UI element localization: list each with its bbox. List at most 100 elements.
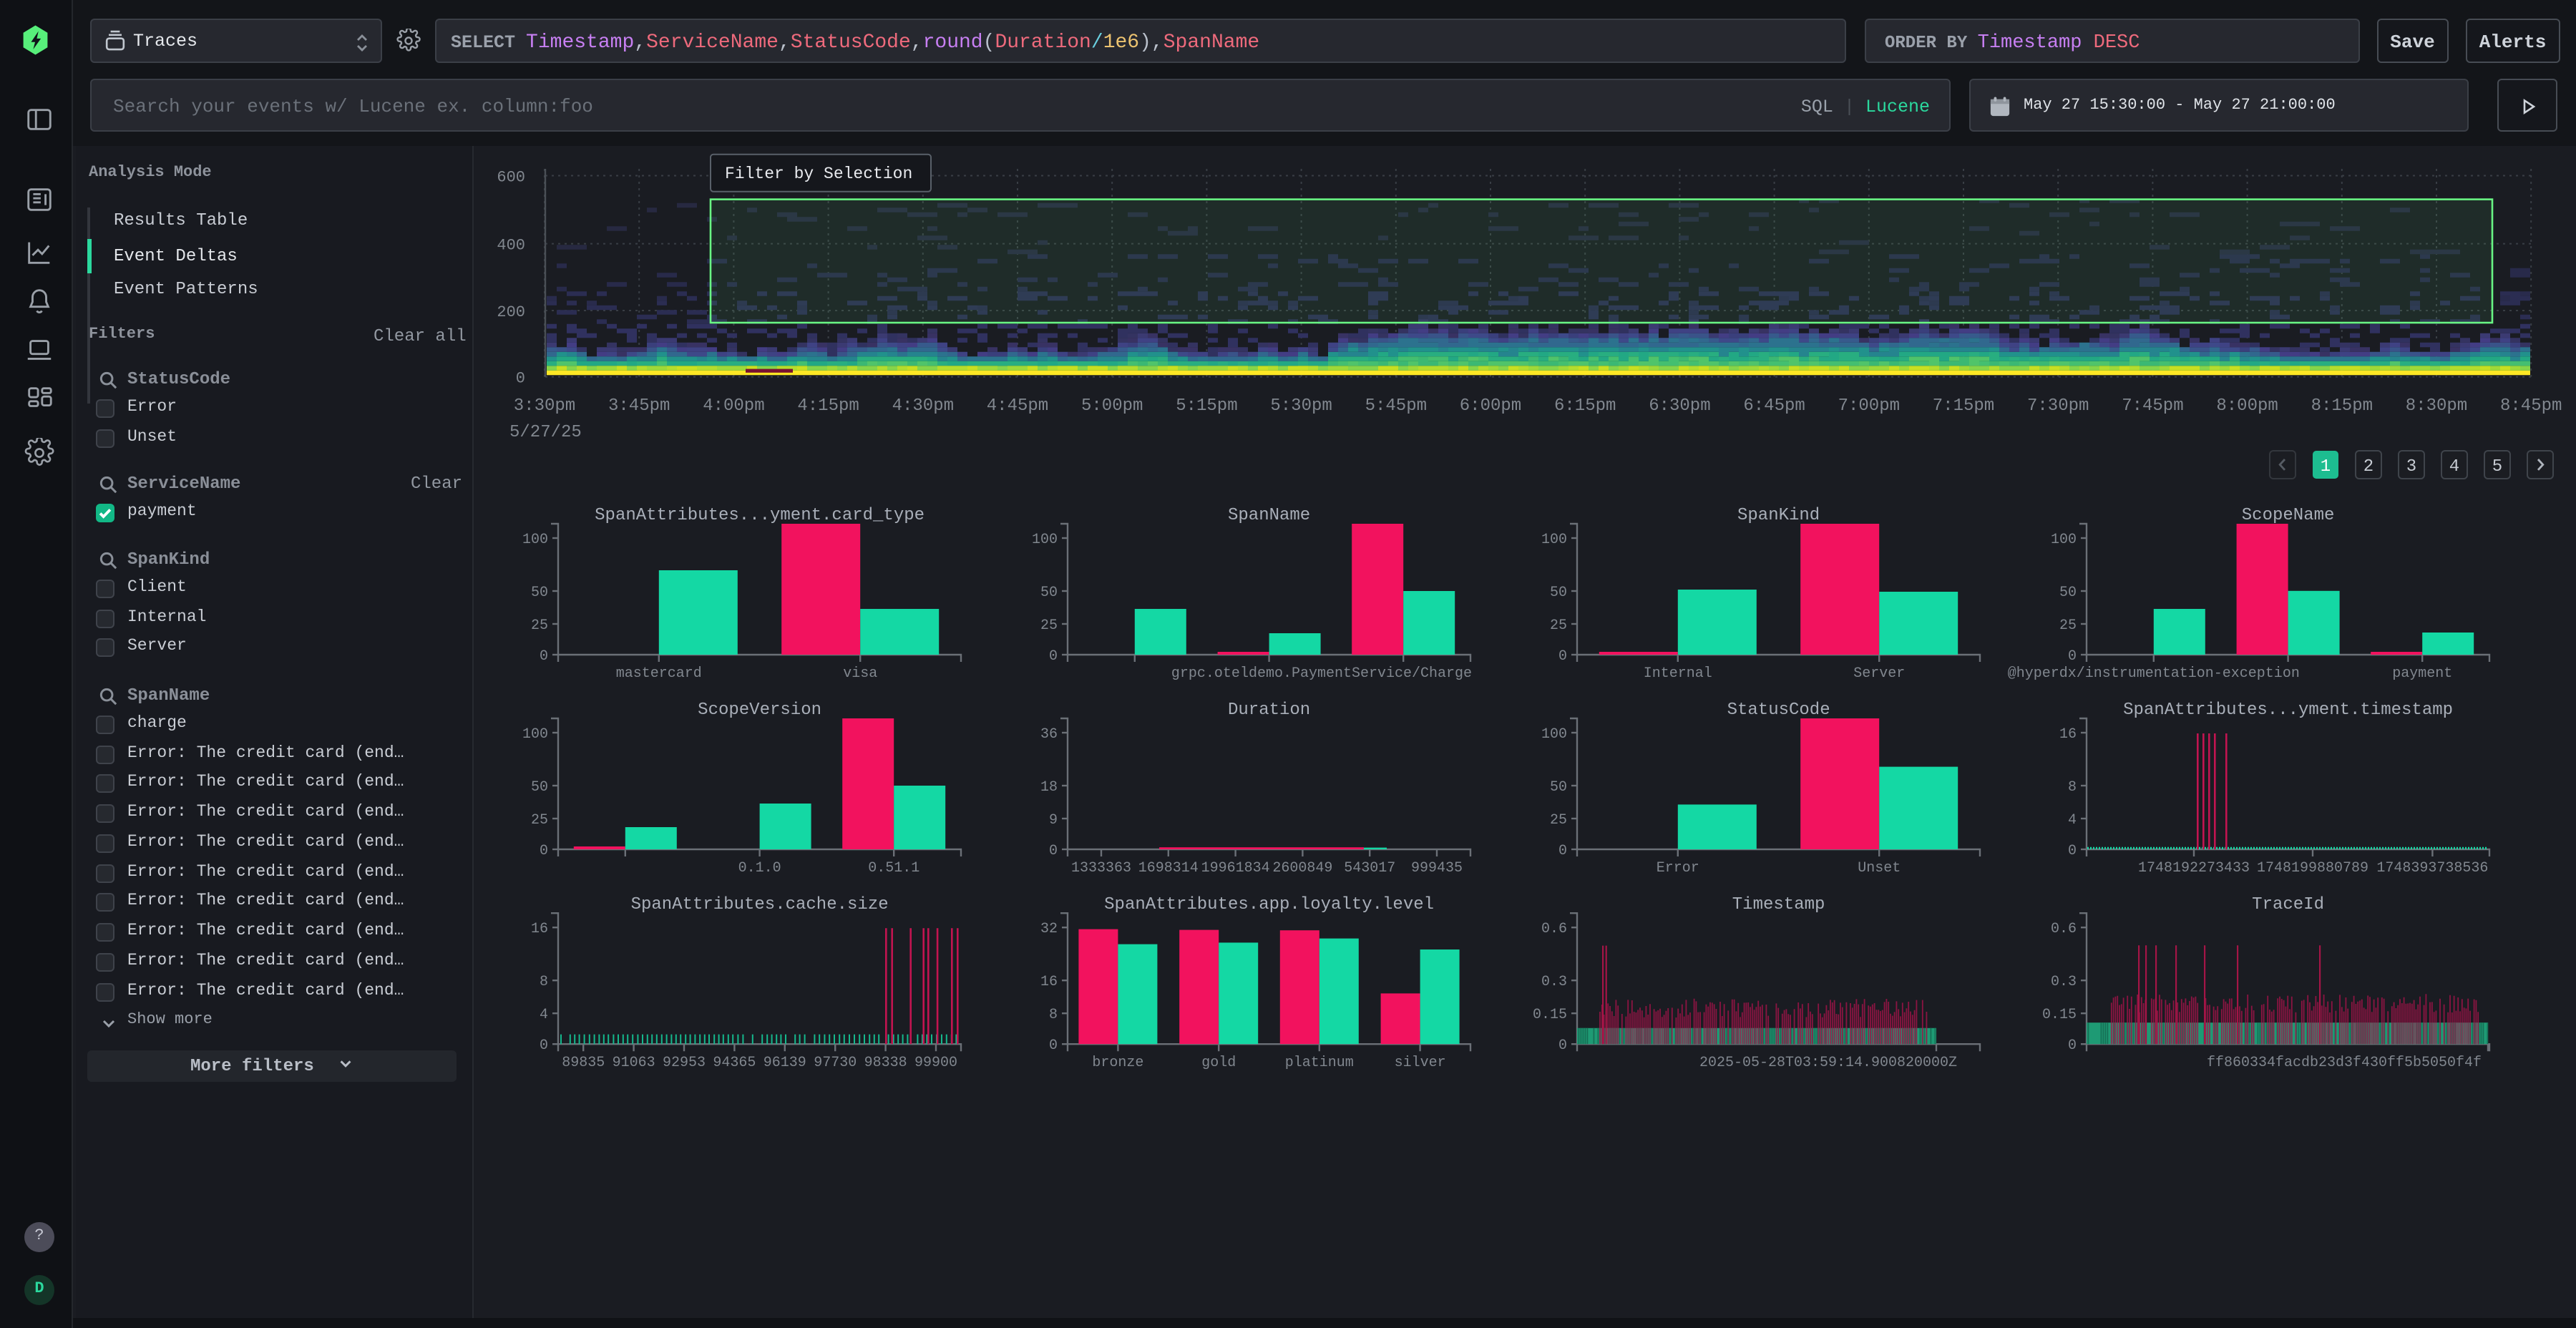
svg-text:4: 4 [540,1007,548,1023]
svg-text:1333363: 1333363 [1071,860,1131,877]
svg-text:visa: visa [843,665,877,682]
svg-text:Error: Error [1657,860,1699,877]
svg-text:1748192273433: 1748192273433 [2138,860,2250,877]
svg-text:platinum: platinum [1285,1055,1354,1071]
svg-text:5:15pm: 5:15pm [1176,396,1237,416]
svg-text:ff860334facdb23d3f430ff5b5050f: ff860334facdb23d3f430ff5b5050f4f [2207,1055,2482,1071]
svg-text:400: 400 [497,237,525,255]
svg-text:0.3: 0.3 [2051,974,2077,990]
svg-text:6:15pm: 6:15pm [1554,396,1616,416]
svg-text:543017: 543017 [1344,860,1395,877]
svg-text:0: 0 [540,1038,548,1054]
svg-text:mastercard: mastercard [616,665,702,682]
svg-text:0: 0 [1558,843,1567,859]
svg-text:0.1.0: 0.1.0 [738,860,781,877]
svg-text:0: 0 [1049,1038,1058,1054]
svg-text:7:45pm: 7:45pm [2122,396,2183,416]
svg-text:2: 2 [2363,457,2373,477]
svg-text:silver: silver [1395,1055,1446,1071]
svg-text:89835: 89835 [562,1055,605,1071]
svg-text:0.3: 0.3 [1541,974,1567,990]
svg-text:1748199880789: 1748199880789 [2257,860,2368,877]
svg-text:Server: Server [1853,665,1905,682]
svg-text:25: 25 [531,812,548,829]
svg-text:5: 5 [2492,457,2502,477]
svg-text:0: 0 [516,370,525,388]
svg-text:25: 25 [531,617,548,634]
svg-text:98338: 98338 [864,1055,907,1071]
svg-text:8:15pm: 8:15pm [2311,396,2373,416]
svg-text:5/27/25: 5/27/25 [509,423,582,442]
svg-text:92953: 92953 [663,1055,706,1071]
svg-text:6:30pm: 6:30pm [1649,396,1710,416]
svg-text:0: 0 [1049,843,1058,859]
svg-text:999435: 999435 [1411,860,1463,877]
svg-text:SpanAttributes...yment.timesta: SpanAttributes...yment.timestamp [2123,700,2453,720]
svg-text:600: 600 [497,169,525,187]
svg-text:2600849: 2600849 [1272,860,1332,877]
svg-text:0: 0 [2068,648,2077,665]
svg-text:8: 8 [1049,1007,1058,1023]
svg-text:96139: 96139 [763,1055,806,1071]
svg-text:ScopeVersion: ScopeVersion [698,700,821,720]
svg-text:0: 0 [1049,648,1058,665]
svg-text:97730: 97730 [814,1055,857,1071]
svg-text:16: 16 [2059,726,2077,743]
svg-text:50: 50 [2059,585,2077,601]
svg-text:0: 0 [1558,648,1567,665]
svg-text:4:45pm: 4:45pm [987,396,1048,416]
svg-text:TraceId: TraceId [2252,895,2324,914]
svg-text:SpanAttributes...yment.card_ty: SpanAttributes...yment.card_type [595,506,924,525]
svg-text:SpanName: SpanName [1228,506,1310,525]
svg-text:4:00pm: 4:00pm [703,396,764,416]
svg-text:3:45pm: 3:45pm [608,396,670,416]
svg-text:19961834: 19961834 [1201,860,1270,877]
svg-text:0.6: 0.6 [2051,921,2077,937]
svg-text:5:30pm: 5:30pm [1270,396,1332,416]
svg-text:100: 100 [522,726,548,743]
svg-text:payment: payment [2392,665,2452,682]
svg-text:94365: 94365 [713,1055,756,1071]
svg-text:1748393738536: 1748393738536 [2376,860,2488,877]
svg-text:0: 0 [2068,843,2077,859]
svg-text:0.6: 0.6 [1541,921,1567,937]
svg-text:7:30pm: 7:30pm [2027,396,2089,416]
svg-text:100: 100 [1032,532,1058,548]
svg-text:8:45pm: 8:45pm [2500,396,2562,416]
svg-text:100: 100 [2051,532,2077,548]
svg-text:8:00pm: 8:00pm [2216,396,2278,416]
svg-text:4: 4 [2068,812,2077,829]
svg-text:4: 4 [2449,457,2459,477]
svg-text:100: 100 [522,532,548,548]
svg-text:0: 0 [540,648,548,665]
svg-text:1: 1 [2321,457,2331,477]
svg-text:8: 8 [540,974,548,990]
svg-text:0: 0 [540,843,548,859]
svg-text:50: 50 [1040,585,1058,601]
svg-text:0.15: 0.15 [1533,1007,1567,1023]
svg-text:25: 25 [1550,812,1567,829]
svg-text:4:15pm: 4:15pm [797,396,859,416]
svg-text:grpc.oteldemo.PaymentService/C: grpc.oteldemo.PaymentService/Charge [1171,665,1472,682]
svg-text:3:30pm: 3:30pm [514,396,575,416]
svg-text:9: 9 [1049,812,1058,829]
svg-text:91063: 91063 [613,1055,655,1071]
svg-text:50: 50 [1550,585,1567,601]
svg-text:3: 3 [2406,457,2416,477]
svg-text:2025-05-28T03:59:14.900820000Z: 2025-05-28T03:59:14.900820000Z [1699,1055,1957,1071]
svg-text:0: 0 [2068,1038,2077,1054]
svg-text:0.15: 0.15 [2042,1007,2077,1023]
svg-text:Timestamp: Timestamp [1732,895,1825,914]
svg-text:SpanAttributes.cache.size: SpanAttributes.cache.size [631,895,889,914]
svg-text:1698314: 1698314 [1138,860,1199,877]
svg-text:0.51.1: 0.51.1 [868,860,919,877]
svg-text:0: 0 [1558,1038,1567,1054]
svg-text:200: 200 [497,303,525,321]
svg-text:4:30pm: 4:30pm [892,396,954,416]
svg-text:7:00pm: 7:00pm [1838,396,1900,416]
svg-text:6:00pm: 6:00pm [1460,396,1521,416]
svg-text:16: 16 [1040,974,1058,990]
svg-text:100: 100 [1541,532,1567,548]
svg-text:50: 50 [531,585,548,601]
svg-text:100: 100 [1541,726,1567,743]
